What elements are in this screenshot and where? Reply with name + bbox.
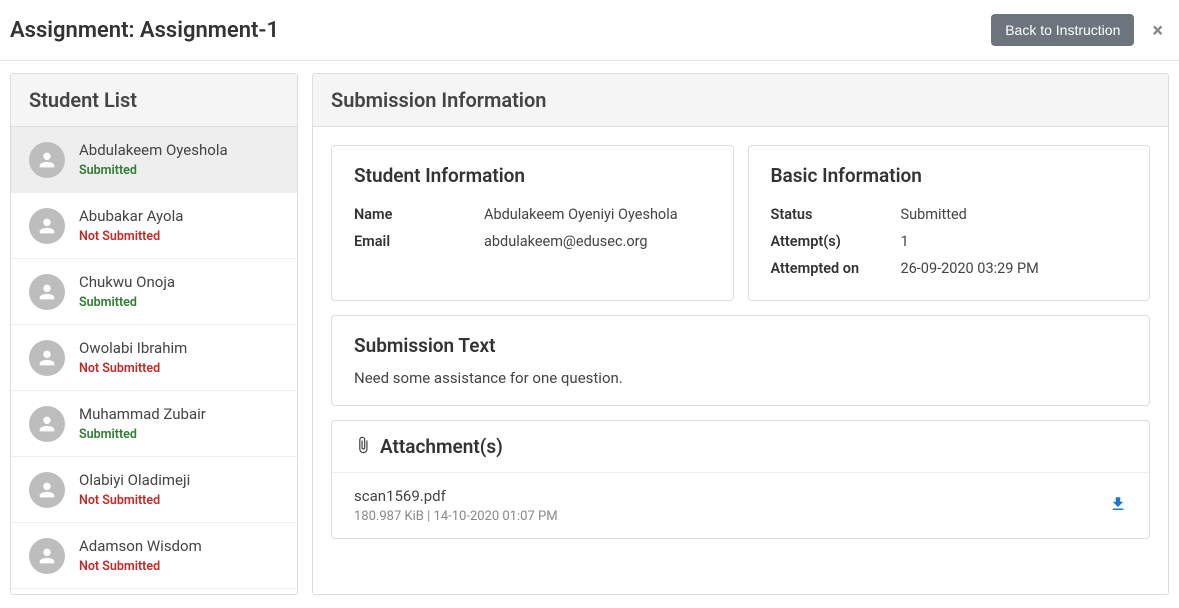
- student-item-name: Adamson Wisdom: [79, 537, 202, 555]
- close-icon[interactable]: ×: [1148, 18, 1167, 42]
- student-item-name: Abubakar Ayola: [79, 207, 183, 225]
- back-to-instruction-button[interactable]: Back to Instruction: [991, 14, 1134, 46]
- name-value: Abdulakeem Oyeniyi Oyeshola: [484, 206, 678, 223]
- student-list[interactable]: Abdulakeem Oyeshola Submitted Abubakar Ayo…: [11, 127, 297, 594]
- attempted-on-label: Attempted on: [771, 260, 901, 277]
- header-actions: Back to Instruction ×: [991, 14, 1167, 46]
- page-header: Assignment: Assignment-1 Back to Instruc…: [0, 0, 1179, 61]
- basic-information-card: Basic Information Status Submitted Attem…: [748, 145, 1151, 301]
- student-email-row: Email abdulakeem@edusec.org: [354, 228, 711, 255]
- student-item-info: Abdulakeem Oyeshola Submitted: [79, 141, 228, 178]
- student-list-title: Student List: [11, 74, 297, 127]
- attachment-item: scan1569.pdf 180.987 KiB | 14-10-2020 01:…: [332, 473, 1149, 538]
- basic-information-title: Basic Information: [771, 164, 1128, 187]
- student-item[interactable]: Abubakar Ayola Not Submitted: [11, 193, 297, 259]
- download-icon[interactable]: [1109, 495, 1127, 517]
- student-information-title: Student Information: [354, 164, 711, 187]
- student-item[interactable]: Muhammad Zubair Submitted: [11, 391, 297, 457]
- student-item-info: Adamson Wisdom Not Submitted: [79, 537, 202, 574]
- submission-text-title: Submission Text: [354, 334, 1127, 357]
- student-item-status: Submitted: [79, 427, 206, 442]
- email-value: abdulakeem@edusec.org: [484, 233, 648, 250]
- student-item-name: Muhammad Zubair: [79, 405, 206, 423]
- avatar-icon: [29, 406, 65, 442]
- avatar-icon: [29, 538, 65, 574]
- page-title: Assignment: Assignment-1: [10, 18, 279, 43]
- submission-panel-body: Student Information Name Abdulakeem Oyen…: [313, 127, 1168, 557]
- status-label: Status: [771, 206, 901, 223]
- student-name-row: Name Abdulakeem Oyeniyi Oyeshola: [354, 201, 711, 228]
- student-item-info: Muhammad Zubair Submitted: [79, 405, 206, 442]
- student-item-info: Owolabi Ibrahim Not Submitted: [79, 339, 187, 376]
- student-item-status: Submitted: [79, 295, 175, 310]
- info-cards-row: Student Information Name Abdulakeem Oyen…: [331, 145, 1150, 301]
- avatar-icon: [29, 340, 65, 376]
- attachments-card: Attachment(s) scan1569.pdf 180.987 KiB | …: [331, 420, 1150, 539]
- attempts-value: 1: [901, 233, 909, 250]
- student-item[interactable]: Abdulakeem Oyeshola Submitted: [11, 127, 297, 193]
- avatar-icon: [29, 208, 65, 244]
- attempts-label: Attempt(s): [771, 233, 901, 250]
- student-item-name: Abdulakeem Oyeshola: [79, 141, 228, 159]
- attachments-header: Attachment(s): [332, 421, 1149, 473]
- student-item[interactable]: Olabiyi Oladimeji Not Submitted: [11, 457, 297, 523]
- attachments-title: Attachment(s): [380, 435, 503, 458]
- status-value: Submitted: [901, 206, 967, 223]
- student-information-card: Student Information Name Abdulakeem Oyen…: [331, 145, 734, 301]
- student-item-info: Olabiyi Oladimeji Not Submitted: [79, 471, 190, 508]
- attempted-on-value: 26-09-2020 03:29 PM: [901, 260, 1039, 277]
- student-item[interactable]: Adamson Wisdom Not Submitted: [11, 523, 297, 589]
- student-item-name: Chukwu Onoja: [79, 273, 175, 291]
- attempted-on-row: Attempted on 26-09-2020 03:29 PM: [771, 255, 1128, 282]
- student-item-name: Owolabi Ibrahim: [79, 339, 187, 357]
- student-item-info: Chukwu Onoja Submitted: [79, 273, 175, 310]
- student-item-status: Not Submitted: [79, 229, 183, 244]
- email-label: Email: [354, 233, 484, 250]
- student-item-name: Olabiyi Oladimeji: [79, 471, 190, 489]
- student-item[interactable]: Chukwu Onoja Submitted: [11, 259, 297, 325]
- submission-text-card: Submission Text Need some assistance for…: [331, 315, 1150, 406]
- submission-text-body: Need some assistance for one question.: [354, 369, 1127, 387]
- student-list-panel: Student List Abdulakeem Oyeshola Submitte…: [10, 73, 298, 595]
- attachment-meta: 180.987 KiB | 14-10-2020 01:07 PM: [354, 509, 558, 524]
- student-item-status: Submitted: [79, 163, 228, 178]
- student-item-info: Abubakar Ayola Not Submitted: [79, 207, 183, 244]
- status-row: Status Submitted: [771, 201, 1128, 228]
- student-item[interactable]: Owolabi Ibrahim Not Submitted: [11, 325, 297, 391]
- student-item-status: Not Submitted: [79, 361, 187, 376]
- attachment-name: scan1569.pdf: [354, 487, 558, 505]
- attachment-info: scan1569.pdf 180.987 KiB | 14-10-2020 01:…: [354, 487, 558, 524]
- avatar-icon: [29, 472, 65, 508]
- student-item-status: Not Submitted: [79, 559, 202, 574]
- attachments-list: scan1569.pdf 180.987 KiB | 14-10-2020 01:…: [332, 473, 1149, 538]
- avatar-icon: [29, 142, 65, 178]
- name-label: Name: [354, 206, 484, 223]
- body-layout: Student List Abdulakeem Oyeshola Submitte…: [0, 61, 1179, 607]
- submission-panel-title: Submission Information: [313, 74, 1168, 127]
- attempts-row: Attempt(s) 1: [771, 228, 1128, 255]
- paperclip-icon: [354, 436, 372, 458]
- avatar-icon: [29, 274, 65, 310]
- student-item-status: Not Submitted: [79, 493, 190, 508]
- submission-panel: Submission Information Student Informati…: [312, 73, 1169, 595]
